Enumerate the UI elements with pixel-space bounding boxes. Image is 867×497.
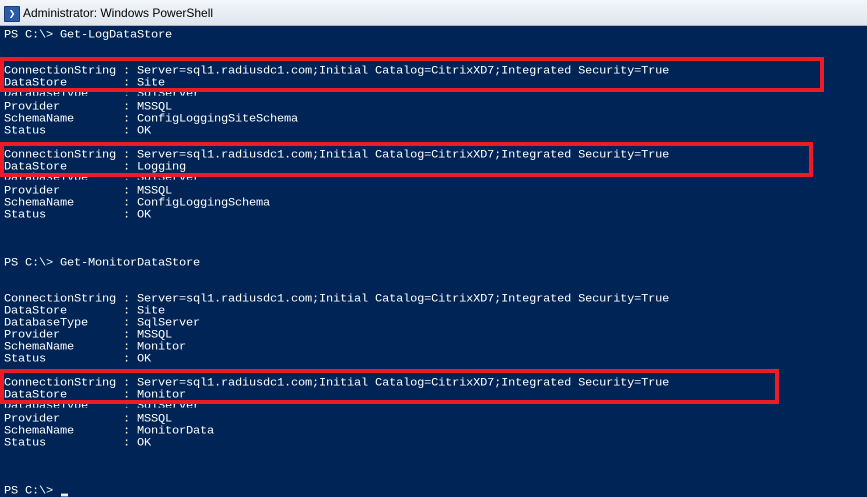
console-line: DataStore : Site: [4, 304, 166, 318]
prompt-text: PS C:\>: [4, 484, 61, 497]
console-line: Provider : MSSQL: [4, 328, 173, 342]
console-line: Status : OK: [4, 124, 152, 138]
console-output[interactable]: PS C:\> Get-LogDataStore ConnectionStrin…: [0, 26, 867, 497]
prompt-line[interactable]: PS C:\>: [4, 484, 69, 497]
window-titlebar[interactable]: ❯ Administrator: Windows PowerShell: [0, 0, 867, 26]
console-line: SchemaName : Monitor: [4, 340, 187, 354]
window-title: Administrator: Windows PowerShell: [23, 6, 214, 20]
console-line: Status : OK: [4, 352, 152, 366]
highlight-box-site: [0, 57, 824, 92]
console-line: Status : OK: [4, 208, 152, 222]
highlight-box-monitor: [0, 369, 779, 404]
console-line: SchemaName : ConfigLoggingSiteSchema: [4, 112, 299, 126]
powershell-icon: ❯: [4, 6, 20, 22]
console-line: ConnectionString : Server=sql1.radiusdc1…: [4, 292, 670, 306]
console-line: PS C:\> Get-MonitorDataStore: [4, 256, 201, 270]
console-line: Provider : MSSQL: [4, 412, 173, 426]
text-cursor: [61, 493, 69, 497]
console-line: SchemaName : ConfigLoggingSchema: [4, 196, 271, 210]
console-line: PS C:\> Get-LogDataStore: [4, 28, 173, 42]
console-line: DatabaseType : SqlServer: [4, 316, 201, 330]
console-line: SchemaName : MonitorData: [4, 424, 215, 438]
highlight-box-logging: [0, 142, 813, 177]
console-line: Status : OK: [4, 436, 152, 450]
console-line: Provider : MSSQL: [4, 184, 173, 198]
console-line: Provider : MSSQL: [4, 100, 173, 114]
